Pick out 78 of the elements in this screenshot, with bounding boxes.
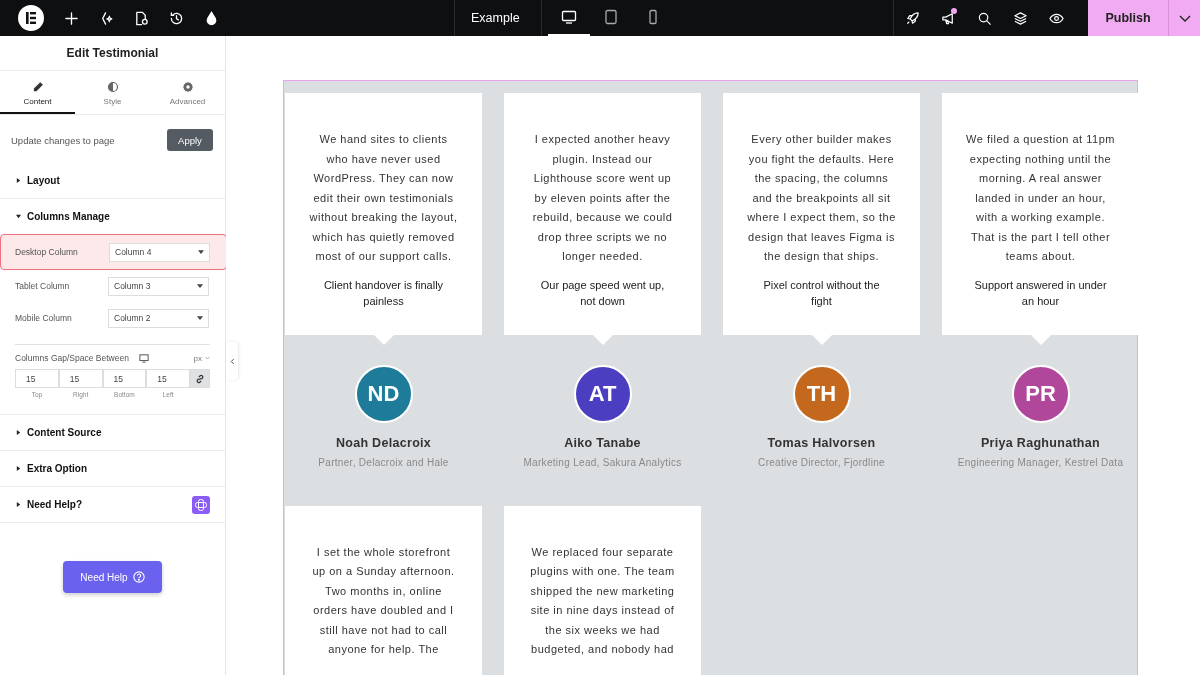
testimonial-highlight: Pixel control without the fight	[762, 277, 881, 309]
author-role: Partner, Delacroix and Hale	[318, 456, 449, 468]
triangle-right-icon	[16, 502, 21, 507]
author-name: Tomas Halvorsen	[767, 435, 876, 450]
section-header[interactable]: Need Help?	[0, 487, 225, 522]
panel-tab[interactable]: Advanced	[150, 71, 225, 114]
publish-button[interactable]: Publish	[1088, 0, 1168, 36]
sparkle-icon[interactable]	[99, 10, 114, 26]
number-field[interactable]: 15	[58, 369, 103, 388]
testimonial-highlight: Client handover is finally painless	[322, 277, 445, 309]
select-field[interactable]: Column 2	[108, 308, 209, 328]
testimonial-quote: We filed a question at 11pm expecting nothing until the morning. A real answer landed in under an hour, with a working example. That is the part I tell other teams about.	[966, 132, 1115, 264]
triangle-right-icon	[16, 466, 21, 471]
desktop-icon[interactable]	[138, 353, 149, 363]
panel-tab[interactable]: Content	[0, 71, 75, 114]
author-name: Priya Raghunathan	[981, 435, 1100, 450]
avatar: ND	[354, 364, 413, 423]
testimonial-highlight: Support answered in under an hour	[974, 277, 1107, 309]
select-field[interactable]: Column 3	[108, 276, 209, 296]
droplet-icon[interactable]	[204, 10, 219, 26]
rocket-icon[interactable]	[904, 10, 920, 26]
testimonial-quote: We replaced four separate plugins with one. The team shipped the new marketing site in nine days instead of the six weeks we had budgeted, and nobody had	[529, 544, 676, 657]
avatar: AT	[573, 364, 632, 423]
settings-icon	[181, 81, 194, 93]
help-icon	[132, 571, 145, 583]
testimonial-quote: Every other builder makes you fight the defaults. Here the spacing, the columns and the breakpoints all sit where I expect them, so the design that leaves Figma is the design that ships.	[747, 132, 896, 264]
number-field[interactable]: 15	[146, 369, 191, 388]
author-name: Aiko Tanabe	[564, 435, 641, 450]
apply-button[interactable]: Apply	[167, 129, 213, 151]
panel-tab[interactable]: Style	[75, 71, 150, 114]
page-settings-icon[interactable]	[134, 10, 149, 26]
triangle-down-icon	[16, 214, 21, 219]
dropdown-caret-icon	[198, 250, 204, 254]
author-role: Marketing Lead, Sakura Analytics	[523, 456, 682, 468]
testimonial-quote: I set the whole storefront up on a Sunday afternoon. Two months in, online orders have doubled and I still have not had to call anyone for help. The	[311, 544, 456, 657]
triangle-right-icon	[16, 178, 21, 183]
unit-selector[interactable]: px	[193, 353, 210, 363]
field-label: Mobile Column	[15, 313, 72, 323]
desktop-icon	[561, 9, 577, 25]
avatar: TH	[792, 364, 851, 423]
triangle-right-icon	[16, 430, 21, 435]
section-header[interactable]: Extra Option	[0, 451, 225, 486]
author-name: Noah Delacroix	[335, 435, 432, 450]
number-field[interactable]: 15	[15, 369, 59, 388]
author-role: Engineering Manager, Kestrel Data	[957, 456, 1124, 468]
notification-dot	[951, 7, 957, 14]
dropdown-caret-icon	[197, 284, 203, 288]
link-values-button[interactable]	[190, 369, 210, 388]
layers-icon[interactable]	[1012, 10, 1028, 26]
avatar: PR	[1011, 364, 1070, 423]
panel-title: Edit Testimonial	[0, 36, 225, 71]
tablet-icon	[603, 9, 619, 25]
field-label: Columns Gap/Space Between	[15, 353, 129, 363]
pencil-icon	[31, 81, 44, 93]
chevron-down-icon	[1178, 14, 1191, 22]
contrast-icon	[106, 81, 119, 93]
number-field[interactable]: 15	[102, 369, 147, 388]
section-header[interactable]: Columns Manage	[0, 199, 225, 234]
field-label: Desktop Column	[15, 247, 78, 257]
add-icon[interactable]	[64, 10, 79, 26]
update-label: Update changes to page	[11, 134, 115, 146]
plugin-logo-icon	[192, 495, 210, 514]
dropdown-caret-icon	[197, 316, 203, 320]
search-icon[interactable]	[976, 10, 992, 26]
testimonial-highlight: Our page speed went up, not down	[539, 277, 666, 309]
chevron-left-icon	[229, 357, 235, 365]
logo-icon[interactable]	[18, 5, 44, 31]
need-help-button[interactable]: Need Help	[63, 561, 162, 593]
field-label: Tablet Column	[15, 281, 70, 291]
caret-icon	[205, 356, 210, 360]
testimonial-quote: I expected another heavy plugin. Instead our Lighthouse score went up by eleven points after the rebuild, because we could drop three scripts we no longer needed.	[531, 132, 674, 264]
section-header[interactable]: Content Source	[0, 415, 225, 450]
author-role: Creative Director, Fjordline	[758, 456, 885, 468]
history-icon[interactable]	[169, 10, 184, 26]
testimonial-quote: We hand sites to clients who have never used WordPress. They can now edit their own testimonials without breaking the layout, which has quietly removed most of our support calls.	[309, 132, 458, 264]
select-field[interactable]: Column 4	[109, 242, 210, 262]
link-icon	[195, 373, 205, 384]
section-header[interactable]: Layout	[0, 163, 225, 198]
